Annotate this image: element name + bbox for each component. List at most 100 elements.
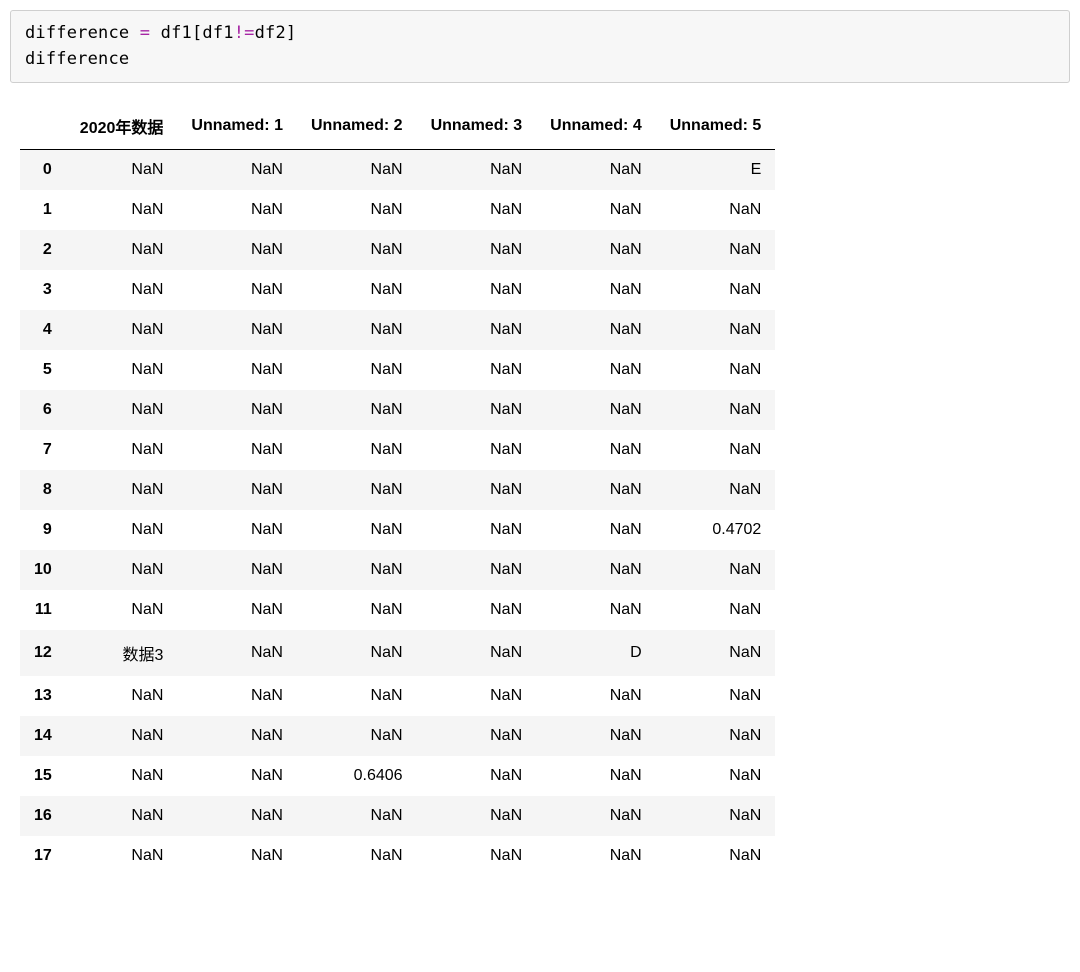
cell: NaN — [177, 190, 297, 230]
cell: NaN — [177, 836, 297, 876]
cell: E — [656, 150, 776, 191]
cell: NaN — [417, 630, 537, 676]
row-index: 2 — [20, 230, 66, 270]
cell: NaN — [656, 310, 776, 350]
cell: NaN — [656, 190, 776, 230]
row-index: 10 — [20, 550, 66, 590]
table-row: 0 NaN NaN NaN NaN NaN E — [20, 150, 775, 191]
cell: NaN — [297, 470, 417, 510]
table-body: 0 NaN NaN NaN NaN NaN E 1 NaN NaN NaN Na… — [20, 150, 775, 877]
cell: NaN — [66, 190, 178, 230]
row-index: 0 — [20, 150, 66, 191]
code-token: difference — [25, 49, 129, 69]
cell: NaN — [536, 470, 656, 510]
cell: NaN — [656, 756, 776, 796]
row-index: 17 — [20, 836, 66, 876]
cell: NaN — [656, 470, 776, 510]
cell: NaN — [656, 676, 776, 716]
cell: NaN — [536, 150, 656, 191]
table-row: 14 NaN NaN NaN NaN NaN NaN — [20, 716, 775, 756]
cell: NaN — [66, 390, 178, 430]
row-index: 9 — [20, 510, 66, 550]
cell: NaN — [536, 390, 656, 430]
cell: 0.6406 — [297, 756, 417, 796]
cell: NaN — [656, 350, 776, 390]
code-token-operator: = — [140, 23, 150, 43]
cell: NaN — [417, 230, 537, 270]
row-index: 7 — [20, 430, 66, 470]
cell: NaN — [66, 350, 178, 390]
cell: NaN — [177, 796, 297, 836]
cell: NaN — [536, 190, 656, 230]
table-row: 3 NaN NaN NaN NaN NaN NaN — [20, 270, 775, 310]
cell: NaN — [417, 430, 537, 470]
cell: NaN — [417, 836, 537, 876]
cell: NaN — [656, 390, 776, 430]
cell: NaN — [297, 310, 417, 350]
cell: NaN — [177, 430, 297, 470]
cell: NaN — [297, 676, 417, 716]
column-header: 2020年数据 — [66, 103, 178, 150]
table-corner-blank — [20, 103, 66, 150]
table-row: 10 NaN NaN NaN NaN NaN NaN — [20, 550, 775, 590]
cell: 0.4702 — [656, 510, 776, 550]
row-index: 16 — [20, 796, 66, 836]
cell: NaN — [177, 630, 297, 676]
cell: NaN — [417, 270, 537, 310]
dataframe-table: 2020年数据 Unnamed: 1 Unnamed: 2 Unnamed: 3… — [20, 103, 775, 876]
row-index: 1 — [20, 190, 66, 230]
cell: NaN — [177, 676, 297, 716]
cell: NaN — [177, 230, 297, 270]
cell: NaN — [297, 836, 417, 876]
row-index: 13 — [20, 676, 66, 716]
cell: NaN — [536, 716, 656, 756]
cell: NaN — [417, 150, 537, 191]
table-row: 7 NaN NaN NaN NaN NaN NaN — [20, 430, 775, 470]
row-index: 6 — [20, 390, 66, 430]
table-row: 9 NaN NaN NaN NaN NaN 0.4702 — [20, 510, 775, 550]
code-token: difference — [25, 23, 140, 43]
cell: NaN — [536, 230, 656, 270]
table-row: 15 NaN NaN 0.6406 NaN NaN NaN — [20, 756, 775, 796]
cell: NaN — [177, 716, 297, 756]
cell: NaN — [177, 550, 297, 590]
cell: NaN — [177, 270, 297, 310]
column-header: Unnamed: 4 — [536, 103, 656, 150]
cell: NaN — [66, 796, 178, 836]
cell: NaN — [66, 676, 178, 716]
cell: NaN — [297, 270, 417, 310]
table-row: 11 NaN NaN NaN NaN NaN NaN — [20, 590, 775, 630]
table-row: 6 NaN NaN NaN NaN NaN NaN — [20, 390, 775, 430]
cell: NaN — [297, 350, 417, 390]
cell: NaN — [536, 676, 656, 716]
cell: NaN — [297, 590, 417, 630]
cell: NaN — [417, 756, 537, 796]
cell: NaN — [536, 836, 656, 876]
cell: NaN — [417, 350, 537, 390]
cell: NaN — [66, 756, 178, 796]
cell: NaN — [417, 470, 537, 510]
cell: NaN — [417, 590, 537, 630]
cell: NaN — [297, 390, 417, 430]
table-row: 2 NaN NaN NaN NaN NaN NaN — [20, 230, 775, 270]
cell: NaN — [536, 756, 656, 796]
cell: NaN — [66, 270, 178, 310]
table-row: 13 NaN NaN NaN NaN NaN NaN — [20, 676, 775, 716]
cell: NaN — [66, 836, 178, 876]
cell: NaN — [297, 550, 417, 590]
cell: NaN — [297, 630, 417, 676]
cell: NaN — [656, 716, 776, 756]
cell: NaN — [417, 716, 537, 756]
code-input-cell[interactable]: difference = df1[df1!=df2] difference — [10, 10, 1070, 83]
table-row: 12 数据3 NaN NaN NaN D NaN — [20, 630, 775, 676]
cell: NaN — [656, 270, 776, 310]
output-area: 2020年数据 Unnamed: 1 Unnamed: 2 Unnamed: 3… — [10, 103, 1070, 876]
cell: NaN — [417, 676, 537, 716]
cell: NaN — [536, 310, 656, 350]
cell: D — [536, 630, 656, 676]
code-token: df2] — [255, 23, 297, 43]
cell: NaN — [536, 590, 656, 630]
cell: NaN — [297, 510, 417, 550]
cell: NaN — [66, 550, 178, 590]
cell: NaN — [536, 550, 656, 590]
